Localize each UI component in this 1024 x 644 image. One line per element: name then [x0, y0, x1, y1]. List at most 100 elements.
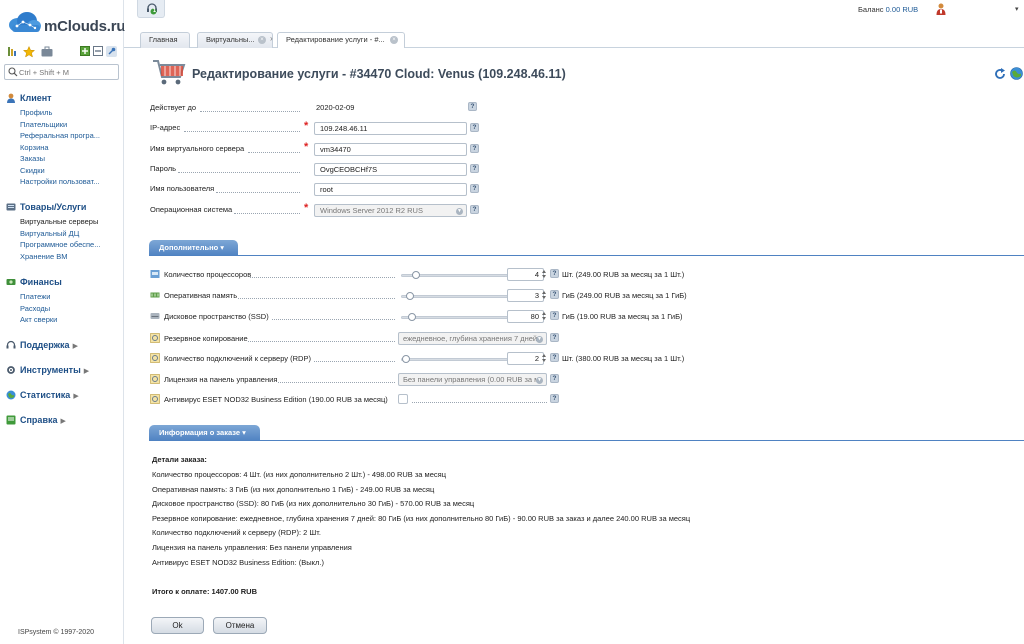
ram-stepper[interactable] [542, 290, 547, 301]
menu-group-header-tools[interactable]: Инструменты ▶ [6, 363, 89, 377]
sidebar-item-user-settings[interactable]: Настройки пользоват... [20, 177, 120, 189]
sidebar-item-payments[interactable]: Платежи [20, 292, 120, 304]
notification-headset-icon [147, 3, 157, 15]
menu-group-title: Справка [20, 415, 58, 425]
help-icon[interactable]: ? [550, 333, 559, 342]
help-icon[interactable]: ? [470, 205, 479, 214]
sidebar-item-orders[interactable]: Заказы [20, 154, 120, 166]
username-field[interactable]: root [314, 183, 467, 196]
menu-group-items: Платежи Расходы Акт сверки [6, 292, 120, 327]
sidebar-item-software[interactable]: Программное обеспе... [20, 240, 120, 252]
sidebar-item-vm-storage[interactable]: Хранение ВМ [20, 252, 120, 264]
menu-group-header-products[interactable]: Товары/Услуги [6, 200, 120, 214]
rdp-count-field[interactable]: 2 [507, 352, 544, 365]
expand-all-icon[interactable] [79, 46, 91, 58]
help-icon[interactable]: ? [550, 374, 559, 383]
disk-stepper[interactable] [542, 311, 547, 322]
briefcase-icon[interactable] [41, 46, 53, 58]
sidebar-item-referral[interactable]: Реферальная програ... [20, 131, 120, 143]
close-tab-icon[interactable]: × [258, 36, 266, 44]
menu-group-help[interactable]: Справка ▶ [6, 413, 66, 427]
password-field[interactable]: OvgCEOBCHf7S [314, 163, 467, 176]
logo[interactable]: mClouds.ru [6, 8, 126, 38]
os-select[interactable]: Windows Server 2012 R2 RUS ▼ [314, 204, 467, 217]
ip-address-field[interactable]: 109.248.46.11 [314, 122, 467, 135]
tab-virtual-servers[interactable]: Виртуальны... × [197, 32, 273, 48]
favorites-star-icon[interactable] [22, 45, 36, 58]
sidebar-item-virtual-servers[interactable]: Виртуальные серверы [20, 217, 120, 229]
tree-icon[interactable] [6, 46, 18, 58]
cloud-logo-icon [9, 12, 41, 32]
sidebar-item-reconciliation[interactable]: Акт сверки [20, 315, 120, 327]
rdp-slider[interactable] [398, 354, 511, 364]
sidebar-item-expenses[interactable]: Расходы [20, 304, 120, 316]
expand-arrow-icon: ▶ [60, 418, 66, 425]
balance[interactable]: Баланс 0.00 RUB [858, 5, 918, 14]
disk-price: ГиБ (19.00 RUB за месяц за 1 ГиБ) [562, 312, 683, 321]
user-avatar-icon[interactable] [936, 3, 946, 15]
rdp-stepper[interactable] [542, 353, 547, 364]
help-icon[interactable]: ? [470, 144, 479, 153]
help-icon[interactable]: ? [470, 123, 479, 132]
cpu-stepper[interactable] [542, 269, 547, 280]
tab-edit-service[interactable]: Редактирование услуги - #... × [277, 32, 405, 49]
menu-group-support[interactable]: Поддержка ▶ [6, 338, 78, 352]
tab-main[interactable]: Главная [140, 32, 190, 48]
menu-group-statistics[interactable]: Статистика ▶ [6, 388, 79, 402]
row-disk: Дисковое пространство (SSD) 80 ? ГиБ (19… [150, 310, 710, 324]
menu-group-header-statistics[interactable]: Статистика ▶ [6, 388, 79, 402]
slider-handle[interactable] [402, 355, 411, 363]
help-icon[interactable]: ? [550, 353, 559, 362]
help-icon[interactable]: ? [468, 102, 477, 111]
license-select[interactable]: Без панели управления (0.00 RUB за м ▼ [398, 373, 547, 386]
ok-button[interactable]: Ok [151, 617, 204, 634]
menu-group-title: Поддержка [20, 340, 70, 350]
help-icon[interactable]: ? [470, 164, 479, 173]
order-line: Резервное копирование: ежедневное, глуби… [152, 513, 691, 523]
close-tab-icon[interactable]: × [390, 36, 398, 44]
cpu-slider[interactable] [398, 270, 511, 280]
menu-search[interactable] [4, 64, 119, 80]
products-icon [6, 203, 16, 211]
slider-handle[interactable] [408, 313, 417, 321]
sidebar-item-profile[interactable]: Профиль [20, 108, 120, 120]
help-icon[interactable]: ? [470, 184, 479, 193]
menu-group-tools[interactable]: Инструменты ▶ [6, 363, 89, 377]
order-line: Количество процессоров: 4 Шт. (из них до… [152, 470, 446, 479]
section-order-toggle[interactable]: Информация о заказе ▾ [149, 425, 260, 441]
sidebar-item-payers[interactable]: Плательщики [20, 120, 120, 132]
menu-group-header-support[interactable]: Поддержка ▶ [6, 338, 78, 352]
label-dots [314, 361, 395, 362]
ram-amount-field[interactable]: 3 [507, 289, 544, 302]
menu-group-header-client[interactable]: Клиент [6, 91, 120, 105]
backup-select[interactable]: ежедневное, глубина хранения 7 дней ▼ [398, 332, 547, 345]
cpu-count-field[interactable]: 4 [507, 268, 544, 281]
menu-group-header-help[interactable]: Справка ▶ [6, 413, 66, 427]
ram-slider[interactable] [398, 291, 511, 301]
notifications-button[interactable]: 1 [137, 0, 165, 18]
cancel-button[interactable]: Отмена [213, 617, 267, 634]
disk-slider[interactable] [398, 312, 511, 322]
sidebar-item-cart[interactable]: Корзина [20, 143, 120, 155]
search-input[interactable] [19, 66, 115, 78]
sidebar-item-discounts[interactable]: Скидки [20, 166, 120, 178]
section-extra-toggle[interactable]: Дополнительно ▾ [149, 240, 238, 256]
menu-group-header-finance[interactable]: Финансы [6, 275, 120, 289]
language-globe-icon[interactable] [1010, 67, 1023, 80]
tab-separator-chevron-icon: › [270, 34, 273, 43]
disk-size-field[interactable]: 80 [507, 310, 544, 323]
sidebar-item-virtual-dc[interactable]: Виртуальный ДЦ [20, 229, 120, 241]
user-menu-chevron-icon[interactable]: ▾ [1015, 5, 1019, 13]
vm-name-field[interactable]: vm34470 [314, 143, 467, 156]
slider-handle[interactable] [412, 271, 421, 279]
slider-handle[interactable] [406, 292, 415, 300]
sidebar: mClouds.ru Клиент Профиль [0, 0, 126, 644]
help-icon[interactable]: ? [550, 311, 559, 320]
pin-icon[interactable] [105, 46, 117, 58]
antivirus-checkbox[interactable] [398, 394, 408, 404]
refresh-icon[interactable] [994, 68, 1006, 80]
collapse-all-icon[interactable] [92, 46, 104, 58]
help-icon[interactable]: ? [550, 269, 559, 278]
help-icon[interactable]: ? [550, 394, 559, 403]
help-icon[interactable]: ? [550, 290, 559, 299]
